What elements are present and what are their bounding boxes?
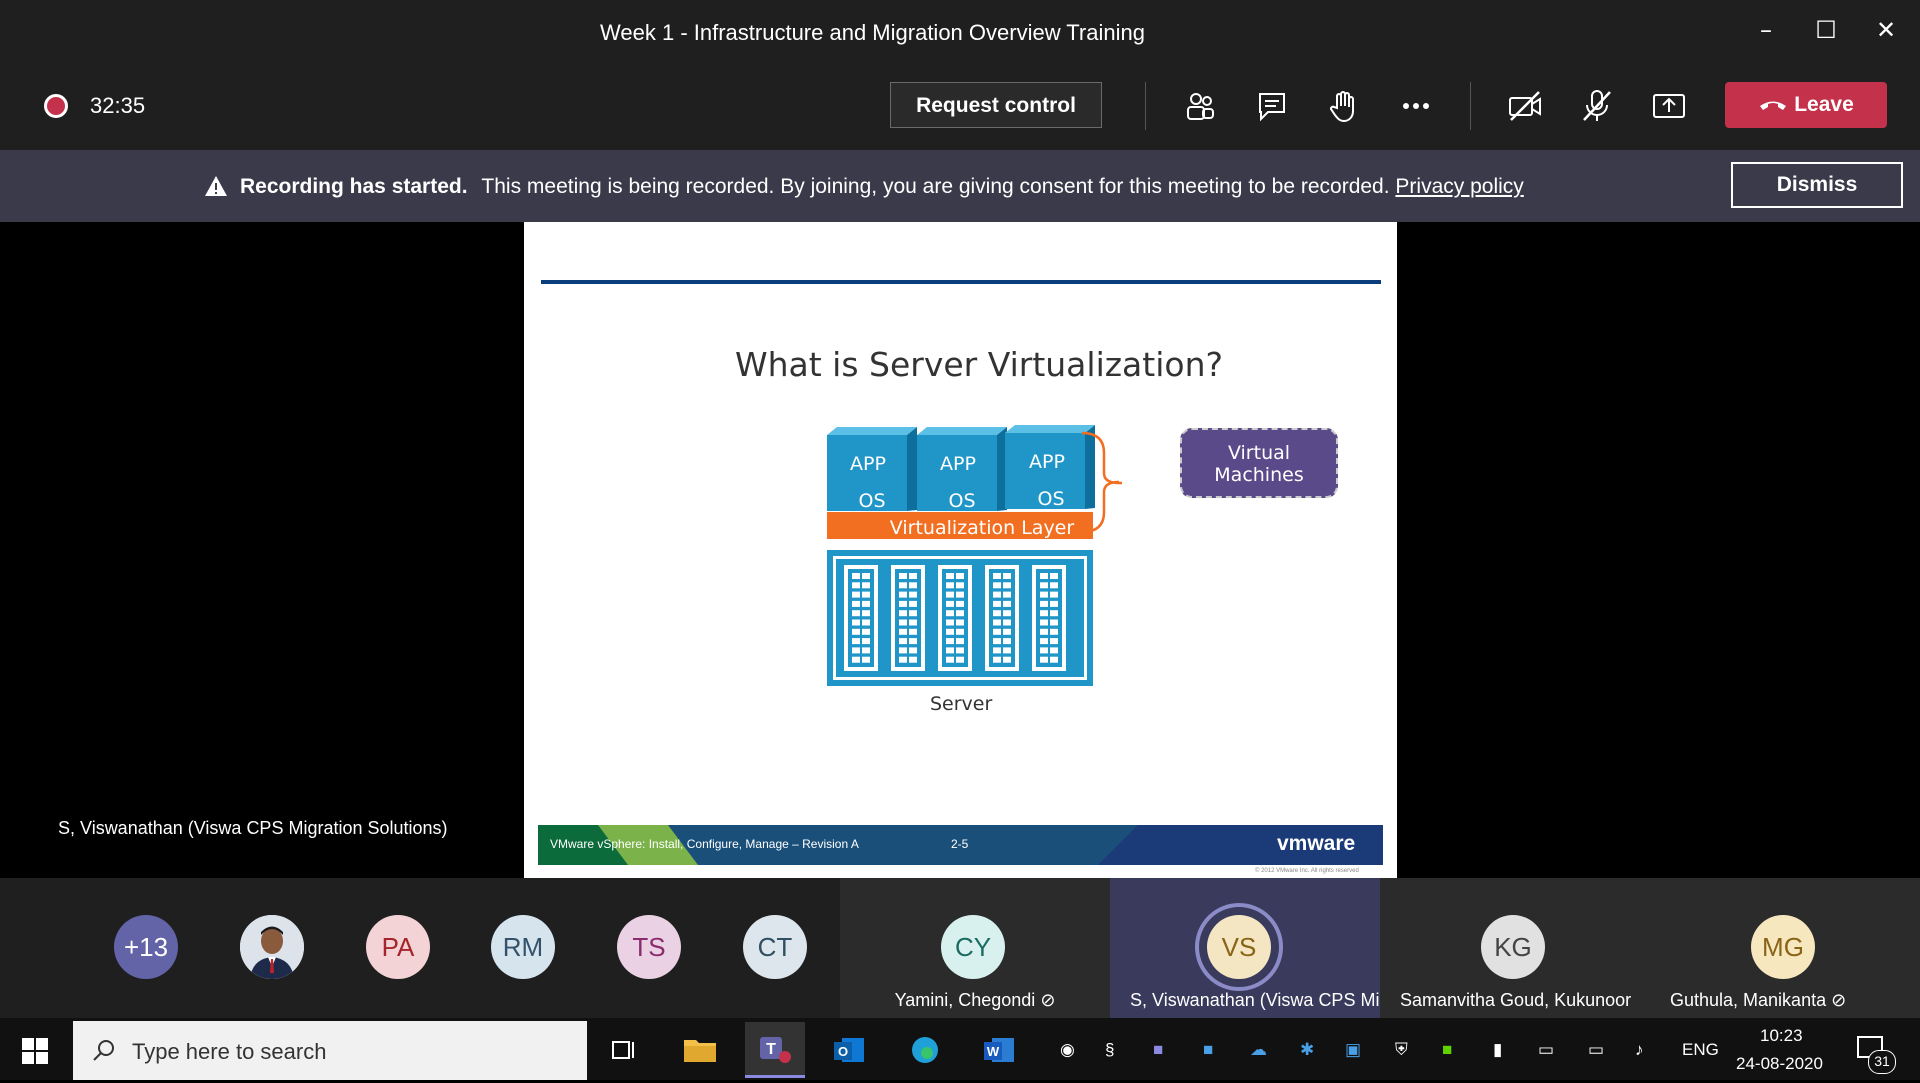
vm-block: APP OS — [827, 427, 917, 512]
bluetooth-icon[interactable]: ✱ — [1300, 1040, 1314, 1060]
participant-name: Yamini, Chegondi ⊘ — [894, 990, 1056, 1011]
notification-count-badge: 31 — [1868, 1050, 1896, 1074]
presenter-name: S, Viswanathan (Viswa CPS Migration Solu… — [58, 818, 448, 838]
leave-label: Leave — [1794, 93, 1854, 116]
microphone-muted-icon[interactable] — [1577, 86, 1617, 126]
vm-block: APP OS — [917, 427, 1007, 512]
svg-text:O: O — [838, 1044, 848, 1059]
onedrive-icon[interactable]: ☁ — [1250, 1040, 1267, 1060]
avatar: CY — [941, 915, 1005, 979]
windows-start-icon[interactable] — [22, 1038, 48, 1064]
os-label: OS — [948, 490, 975, 512]
avatar[interactable]: PA — [366, 915, 430, 979]
avatar: KG — [1481, 915, 1545, 979]
microphone-tray-icon[interactable]: ▮ — [1493, 1040, 1502, 1060]
participants-icon[interactable] — [1180, 86, 1220, 126]
banner-message: Recording has started. This meeting is b… — [240, 175, 1524, 199]
participant-name: Guthula, Manikanta ⊘ — [1670, 990, 1847, 1011]
privacy-policy-link[interactable]: Privacy policy — [1395, 175, 1523, 198]
outlook-icon[interactable]: O — [820, 1022, 880, 1078]
banner-body-text: This meeting is being recorded. By joini… — [481, 175, 1390, 198]
file-explorer-icon[interactable] — [670, 1022, 730, 1078]
svg-text:W: W — [987, 1044, 1000, 1059]
display-icon[interactable]: ▭ — [1588, 1040, 1604, 1060]
request-control-button[interactable]: Request control — [890, 82, 1102, 128]
teams-tray-icon[interactable]: ■ — [1153, 1040, 1163, 1060]
slide-footer-course: VMware vSphere: Install, Configure, Mana… — [550, 837, 859, 851]
network-drive-icon[interactable]: ▣ — [1345, 1040, 1361, 1060]
volume-icon[interactable]: ♪ — [1635, 1040, 1644, 1060]
svg-text:T: T — [766, 1041, 776, 1058]
close-icon[interactable]: ✕ — [1868, 12, 1904, 48]
tray-green-app-icon[interactable]: ■ — [1442, 1040, 1452, 1060]
avatar[interactable]: RM — [491, 915, 555, 979]
avatar: MG — [1751, 915, 1815, 979]
virtualization-layer-label: Virtualization Layer — [890, 517, 1075, 539]
app-label: APP — [1029, 451, 1065, 473]
os-label: OS — [858, 490, 885, 512]
tray-app-icon[interactable]: § — [1105, 1040, 1114, 1060]
mic-muted-icon: ⊘ — [1831, 990, 1847, 1011]
clock-time[interactable]: 10:23 — [1760, 1026, 1803, 1046]
overflow-participants-button[interactable]: +13 — [114, 915, 178, 979]
word-icon[interactable]: W — [970, 1022, 1030, 1078]
server-racks — [844, 565, 1066, 671]
recording-icon — [44, 94, 68, 118]
toolbar-divider — [1470, 82, 1471, 130]
app-label: APP — [850, 453, 886, 475]
slide-title: What is Server Virtualization? — [734, 345, 1224, 384]
battery-icon[interactable]: ▭ — [1538, 1040, 1554, 1060]
participant-name: Samanvitha Goud, Kukunoor — [1400, 990, 1632, 1010]
clock-date[interactable]: 24-08-2020 — [1736, 1054, 1823, 1074]
dismiss-button[interactable]: Dismiss — [1731, 162, 1903, 208]
server-label: Server — [930, 693, 993, 715]
task-view-icon[interactable] — [610, 1038, 636, 1062]
chat-icon[interactable] — [1252, 86, 1292, 126]
slide-copyright: © 2012 VMware Inc. All rights reserved — [1255, 868, 1359, 874]
avatar[interactable]: CT — [743, 915, 807, 979]
skype-icon[interactable]: ◉ — [1060, 1040, 1075, 1060]
slide-page-number: 2-5 — [951, 837, 969, 851]
phone-hangup-icon — [1760, 101, 1787, 111]
virtual-machines-line1: Virtual — [1227, 442, 1291, 464]
mic-muted-icon: ⊘ — [1040, 990, 1056, 1011]
input-language[interactable]: ENG — [1682, 1040, 1719, 1060]
raise-hand-icon[interactable] — [1324, 86, 1364, 126]
participant-name: S, Viswanathan (Viswa CPS Mig — [1130, 990, 1380, 1010]
share-screen-icon[interactable] — [1649, 86, 1689, 126]
teams-icon[interactable]: T — [745, 1022, 805, 1078]
vmware-logo: vmware — [1277, 832, 1356, 855]
virtualization-diagram: APP OS APP OS APP OS Virtualization Laye… — [827, 425, 1122, 686]
search-icon — [93, 1040, 114, 1061]
toolbar-divider — [1145, 82, 1146, 130]
search-placeholder: Type here to search — [132, 1039, 327, 1064]
security-shield-icon[interactable]: ⛨ — [1395, 1040, 1408, 1060]
outlook-tray-icon[interactable]: ■ — [1203, 1040, 1213, 1060]
leave-button[interactable]: Leave — [1725, 82, 1887, 128]
slide-header-rule — [541, 280, 1381, 284]
app-label: APP — [940, 453, 976, 475]
edge-icon[interactable] — [895, 1022, 955, 1078]
avatar: VS — [1207, 915, 1271, 979]
warning-icon — [205, 176, 227, 196]
camera-off-icon[interactable] — [1505, 86, 1545, 126]
meeting-timer: 32:35 — [90, 93, 146, 118]
avatar[interactable]: TS — [617, 915, 681, 979]
avatar[interactable] — [240, 915, 304, 979]
virtual-machines-line2: Machines — [1214, 464, 1304, 486]
more-options-icon[interactable] — [1396, 86, 1436, 126]
banner-bold-text: Recording has started. — [240, 175, 468, 198]
window-title: Week 1 - Infrastructure and Migration Ov… — [600, 20, 1145, 45]
os-label: OS — [1037, 488, 1064, 510]
person-photo-icon — [240, 915, 304, 979]
vm-block: APP OS — [1005, 425, 1095, 510]
maximize-icon[interactable]: ☐ — [1808, 12, 1844, 48]
minimize-icon[interactable]: – — [1748, 12, 1784, 48]
virtual-machines-callout: Virtual Machines — [1180, 428, 1338, 498]
